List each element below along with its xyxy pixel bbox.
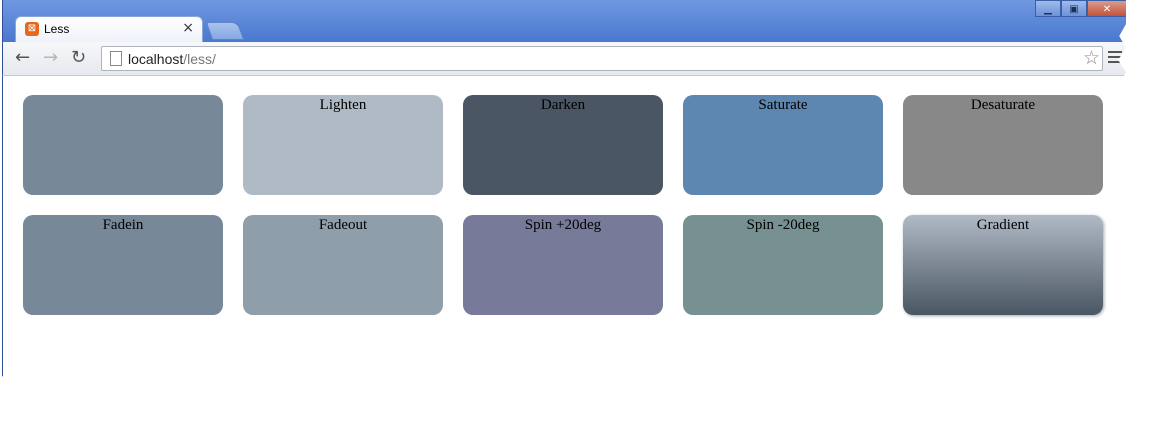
color-box: Darken	[463, 95, 663, 195]
tab-title: Less	[44, 22, 70, 36]
tab-less[interactable]: ⊠ Less ×	[15, 16, 203, 42]
new-tab-button[interactable]	[205, 22, 245, 40]
color-box: Gradient	[903, 215, 1103, 315]
browser-window: ⊠ Less × ▁ ▣ ✕ ← → ↻ localhost/less/ ☆ L	[2, 0, 1126, 388]
title-bar: ⊠ Less × ▁ ▣ ✕	[2, 0, 1126, 42]
minimize-icon[interactable]: ▁	[1035, 0, 1061, 17]
color-box-grid: Lighten Darken Saturate Desaturate Fadein Fad…	[23, 95, 1103, 315]
menu-icon[interactable]	[1108, 51, 1122, 66]
browser-toolbar: ← → ↻ localhost/less/ ☆	[2, 42, 1126, 76]
color-box: Saturate	[683, 95, 883, 195]
url-path: /less/	[183, 51, 216, 67]
color-box	[23, 95, 223, 195]
back-arrow-icon[interactable]: ←	[15, 49, 30, 67]
color-box: Fadeout	[243, 215, 443, 315]
color-box: Desaturate	[903, 95, 1103, 195]
star-icon[interactable]: ☆	[1083, 47, 1100, 69]
maximize-icon[interactable]: ▣	[1061, 0, 1087, 17]
screenshot-stage: ⊠ Less × ▁ ▣ ✕ ← → ↻ localhost/less/ ☆ L	[0, 0, 1156, 421]
color-box: Fadein	[23, 215, 223, 315]
page-content: Lighten Darken Saturate Desaturate Fadein Fad…	[2, 76, 1126, 388]
reload-icon[interactable]: ↻	[71, 49, 86, 67]
forward-arrow-icon[interactable]: →	[43, 49, 58, 67]
address-bar[interactable]: localhost/less/ ☆	[101, 46, 1103, 71]
xampp-icon: ⊠	[25, 22, 39, 36]
window-controls: ▁ ▣ ✕	[1035, 0, 1126, 18]
tab-close-icon[interactable]: ×	[182, 20, 194, 36]
color-box: Spin +20deg	[463, 215, 663, 315]
close-window-icon[interactable]: ✕	[1087, 0, 1126, 17]
color-box: Spin -20deg	[683, 215, 883, 315]
page-icon	[110, 51, 122, 66]
color-box: Lighten	[243, 95, 443, 195]
url-text: localhost/less/	[128, 51, 216, 67]
url-host: localhost	[128, 51, 184, 67]
